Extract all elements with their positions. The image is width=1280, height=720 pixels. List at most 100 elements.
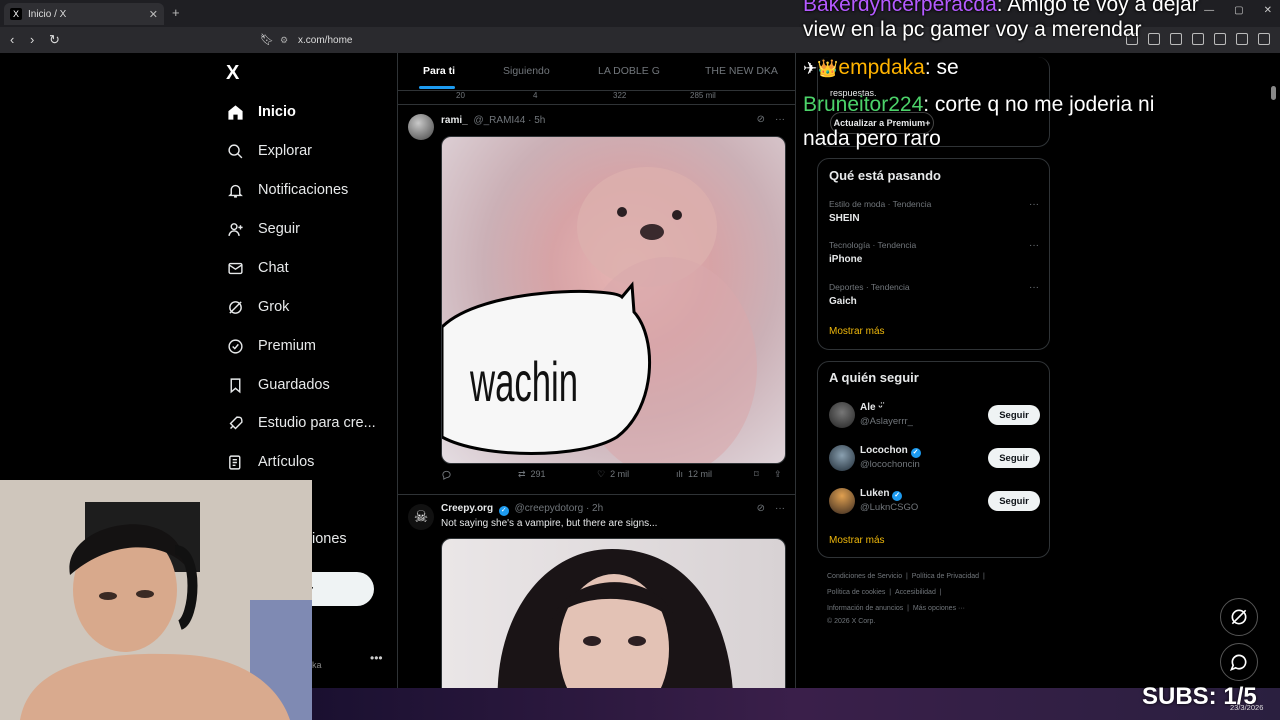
feed-tabs: Para ti Siguiendo LA DOBLE G THE NEW DKA bbox=[398, 53, 795, 91]
nav-item-chat[interactable]: Chat bbox=[226, 253, 289, 283]
chat-text: view en la pc gamer voy a merendar bbox=[803, 18, 1142, 41]
grok-icon[interactable]: ⊘ bbox=[757, 503, 765, 514]
nav-label: Notificaciones bbox=[258, 182, 349, 198]
nav-item-notificaciones[interactable]: Notificaciones bbox=[226, 175, 348, 205]
nav-item-articulos[interactable]: Artículos bbox=[226, 447, 314, 477]
address-bar[interactable]: ⚙︎ x.com/home bbox=[280, 30, 800, 50]
trend-topic: Gaich bbox=[829, 296, 857, 307]
tweet-image[interactable]: wachin bbox=[441, 136, 786, 464]
suggestion-name[interactable]: Luken ✓ bbox=[860, 488, 905, 501]
like-button[interactable]: ♡ 2 mil bbox=[597, 469, 629, 480]
nav-item-partial[interactable]: iones bbox=[312, 524, 347, 554]
more-icon[interactable]: ··· bbox=[775, 114, 785, 125]
nav-item-guardados[interactable]: Guardados bbox=[226, 370, 330, 400]
leo-icon[interactable] bbox=[1214, 33, 1226, 45]
close-window-button[interactable]: ✕ bbox=[1264, 5, 1272, 16]
trends-show-more-link[interactable]: Mostrar más bbox=[829, 326, 885, 337]
suggestion-name[interactable]: Locochon ✓ bbox=[860, 445, 924, 458]
footer-link[interactable]: Política de cookies bbox=[827, 589, 885, 596]
maximize-button[interactable]: ▢ bbox=[1234, 5, 1243, 16]
reply-button[interactable] bbox=[441, 469, 452, 480]
forward-icon[interactable]: › bbox=[30, 32, 34, 47]
follow-button[interactable]: Seguir bbox=[988, 448, 1040, 468]
tweet-time[interactable]: 5h bbox=[534, 115, 545, 126]
x-logo-icon[interactable]: X bbox=[226, 62, 239, 85]
footer-separator: | bbox=[889, 589, 892, 596]
more-icon[interactable]: ··· bbox=[1029, 282, 1039, 293]
follow-show-more-link[interactable]: Mostrar más bbox=[829, 535, 885, 546]
retweet-icon: ⇄ bbox=[518, 468, 526, 479]
extension-icon[interactable] bbox=[1148, 33, 1160, 45]
tweet-time[interactable]: 2h bbox=[592, 503, 603, 514]
author-name[interactable]: rami_ bbox=[441, 115, 468, 126]
account-more-icon[interactable]: ••• bbox=[370, 651, 383, 665]
author-handle[interactable]: @creepydotorg bbox=[515, 503, 584, 514]
more-icon[interactable]: ··· bbox=[1029, 199, 1039, 210]
messages-fab-button[interactable] bbox=[1220, 643, 1258, 681]
nav-item-premium[interactable]: Premium bbox=[226, 331, 316, 361]
suggestion-name[interactable]: Ale ᵕ̈ bbox=[860, 402, 882, 413]
follow-suggestion[interactable]: Luken ✓ @LuknCSGO Seguir bbox=[829, 488, 1040, 516]
nav-item-explorar[interactable]: Explorar bbox=[226, 136, 312, 166]
more-icon[interactable]: ··· bbox=[1029, 240, 1039, 251]
vpn-icon[interactable] bbox=[1236, 33, 1248, 45]
footer-link[interactable]: Política de Privacidad bbox=[912, 573, 979, 580]
footer-link[interactable]: Accesibilidad bbox=[895, 589, 936, 596]
browser-tab[interactable]: X Inicio / X ✕ bbox=[4, 3, 164, 25]
wallet-icon[interactable] bbox=[1192, 33, 1204, 45]
avatar[interactable] bbox=[829, 445, 855, 471]
avatar[interactable] bbox=[829, 488, 855, 514]
back-icon[interactable]: ‹ bbox=[10, 32, 14, 47]
retweet-button[interactable]: ⇄ 291 bbox=[518, 469, 546, 480]
tab-la-doble-g[interactable]: LA DOBLE G bbox=[598, 65, 660, 77]
tab-close-icon[interactable]: ✕ bbox=[149, 8, 158, 21]
nav-item-estudio[interactable]: Estudio para cre... bbox=[226, 408, 376, 438]
footer-link[interactable]: Información de anuncios bbox=[827, 605, 903, 612]
follow-button[interactable]: Seguir bbox=[988, 491, 1040, 511]
tweet-menu: ⊘ ··· bbox=[757, 503, 785, 514]
follow-button[interactable]: Seguir bbox=[988, 405, 1040, 425]
nav-label: Grok bbox=[258, 299, 290, 315]
trend-item[interactable]: Deportes · Tendencia Gaich ··· bbox=[829, 282, 1039, 307]
sidebar-icon[interactable] bbox=[1170, 33, 1182, 45]
avatar[interactable] bbox=[408, 114, 434, 140]
menu-icon[interactable] bbox=[1258, 33, 1270, 45]
nav-item-inicio[interactable]: Inicio bbox=[226, 97, 296, 127]
grok-icon bbox=[226, 298, 244, 316]
site-info-icon[interactable]: ⚙︎ bbox=[280, 35, 290, 45]
author-handle[interactable]: @_RAMI44 bbox=[473, 115, 525, 126]
trend-item[interactable]: Estilo de moda · Tendencia SHEIN ··· bbox=[829, 199, 1039, 224]
grok-fab-button[interactable] bbox=[1220, 598, 1258, 636]
scrollbar-thumb[interactable] bbox=[1271, 86, 1276, 100]
image-caption: wachin bbox=[470, 350, 579, 413]
tweet-post[interactable]: ☠ Creepy.org ✓ @creepydotorg · 2h ⊘ ··· … bbox=[398, 496, 795, 720]
nav-item-seguir[interactable]: Seguir bbox=[226, 214, 300, 244]
minimize-button[interactable]: — bbox=[1204, 5, 1214, 16]
tab-para-ti[interactable]: Para ti bbox=[423, 65, 455, 77]
avatar[interactable] bbox=[829, 402, 855, 428]
grok-icon[interactable]: ⊘ bbox=[757, 114, 765, 125]
trend-item[interactable]: Tecnología · Tendencia iPhone ··· bbox=[829, 240, 1039, 265]
follow-suggestion[interactable]: Locochon ✓ @locochoncin Seguir bbox=[829, 445, 1040, 473]
author-name[interactable]: Creepy.org bbox=[441, 503, 493, 514]
bookmark-page-icon[interactable]: 🔖︎ bbox=[260, 33, 274, 46]
skull-avatar-icon[interactable]: ☠ bbox=[408, 504, 434, 530]
chat-message: Bakerdyhcerperacda: Amigo te voy a dejar bbox=[803, 0, 1199, 17]
follow-suggestion[interactable]: Ale ᵕ̈ @Aslayerrr_ Seguir bbox=[829, 402, 1040, 430]
footer-links-row: Política de cookies | Accesibilidad | bbox=[827, 589, 942, 596]
tab-siguiendo[interactable]: Siguiendo bbox=[503, 65, 550, 77]
views-button[interactable]: ılı 12 mil bbox=[676, 469, 712, 479]
suggestion-name-text: Luken bbox=[860, 488, 890, 499]
tweet-post[interactable]: rami_ @_RAMI44 · 5h ⊘ ··· wachin ⇄ 291 ♡ 2… bbox=[398, 106, 795, 495]
footer-link[interactable]: Condiciones de Servicio bbox=[827, 573, 902, 580]
nav-item-grok[interactable]: Grok bbox=[226, 292, 289, 322]
more-icon[interactable]: ··· bbox=[775, 503, 785, 514]
bookmark-button[interactable]: ⌑ bbox=[754, 469, 759, 480]
footer-separator: | bbox=[939, 589, 942, 596]
footer-separator: | bbox=[982, 573, 985, 580]
share-button[interactable]: ⇪ bbox=[774, 469, 782, 480]
tab-the-new-dka[interactable]: THE NEW DKA bbox=[705, 65, 778, 77]
footer-link[interactable]: Más opciones ··· bbox=[913, 605, 965, 612]
new-tab-button[interactable]: + bbox=[172, 5, 180, 20]
reload-icon[interactable]: ↻ bbox=[49, 32, 60, 48]
